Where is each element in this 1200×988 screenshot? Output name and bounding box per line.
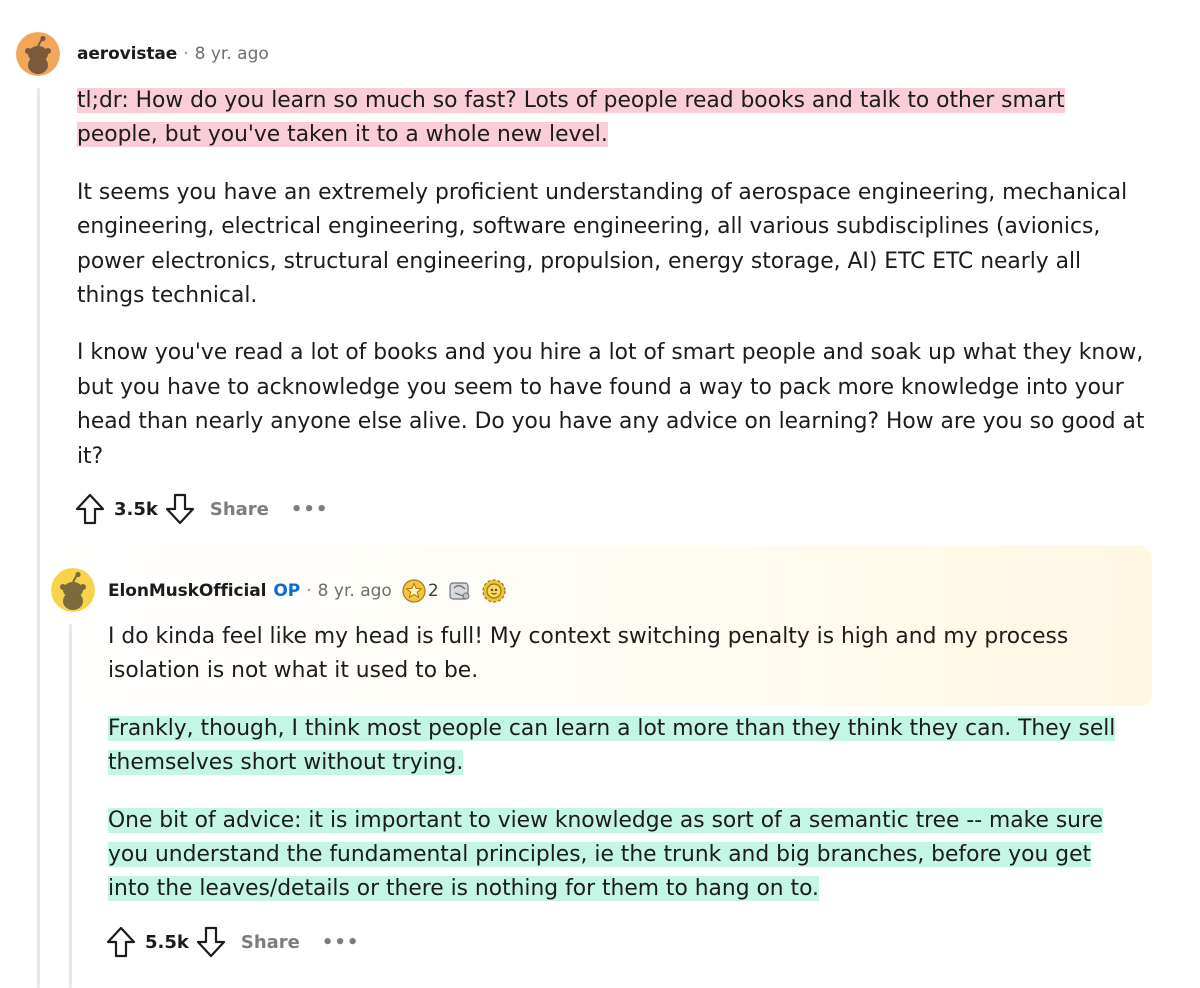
comment-paragraph: It seems you have an extremely proficien… <box>77 179 1128 309</box>
timestamp[interactable]: 8 yr. ago <box>195 44 269 64</box>
downvote-icon[interactable] <box>164 492 196 526</box>
comment-body: tl;dr: How do you learn so much so fast?… <box>77 84 1147 474</box>
comment-paragraph: One bit of advice: it is important to vi… <box>108 804 1118 907</box>
avatar-aerovistae[interactable] <box>16 32 60 76</box>
share-button[interactable]: Share <box>241 932 300 953</box>
gold-star-award-icon[interactable] <box>402 579 426 603</box>
upvote-icon[interactable] <box>105 925 137 959</box>
more-options-icon[interactable]: ••• <box>322 932 360 953</box>
share-button[interactable]: Share <box>210 499 269 520</box>
snoo-avatar-icon <box>16 32 60 76</box>
comment-paragraph: I do kinda feel like my head is full! My… <box>108 624 1069 684</box>
highlighted-text: Frankly, though, I think most people can… <box>108 715 1116 776</box>
silver-award-icon[interactable] <box>447 579 473 603</box>
gear-award-icon[interactable] <box>481 578 507 604</box>
comment-paragraph: tl;dr: How do you learn so much so fast?… <box>77 84 1147 153</box>
comment-meta: ElonMuskOfficial OP · 8 yr. ago 2 <box>108 578 507 604</box>
thread-line-parent[interactable] <box>37 88 40 988</box>
more-options-icon[interactable]: ••• <box>291 499 329 520</box>
comment-paragraph: I know you've read a lot of books and yo… <box>77 340 1145 469</box>
op-badge: OP <box>273 581 301 601</box>
separator: · <box>183 44 189 64</box>
award-count: 2 <box>427 581 439 601</box>
comment-paragraph: Frankly, though, I think most people can… <box>108 712 1118 781</box>
downvote-icon[interactable] <box>195 925 227 959</box>
vote-score: 5.5k <box>145 931 189 953</box>
comment-meta: aerovistae · 8 yr. ago <box>77 44 269 64</box>
upvote-icon[interactable] <box>74 492 106 526</box>
comment-body: I do kinda feel like my head is full! My… <box>108 620 1118 907</box>
avatar-elonmuskofficial[interactable] <box>51 568 95 612</box>
timestamp[interactable]: 8 yr. ago <box>318 581 392 601</box>
vote-score: 3.5k <box>114 498 158 520</box>
highlighted-text: One bit of advice: it is important to vi… <box>108 807 1103 902</box>
author-name[interactable]: aerovistae <box>77 44 177 64</box>
snoo-avatar-icon <box>51 568 95 612</box>
highlighted-text: tl;dr: How do you learn so much so fast?… <box>77 88 1065 148</box>
separator: · <box>306 581 312 601</box>
comment-actions: 5.5k Share ••• <box>105 925 359 959</box>
author-name[interactable]: ElonMuskOfficial <box>108 581 266 601</box>
comment-actions: 3.5k Share ••• <box>74 492 328 526</box>
